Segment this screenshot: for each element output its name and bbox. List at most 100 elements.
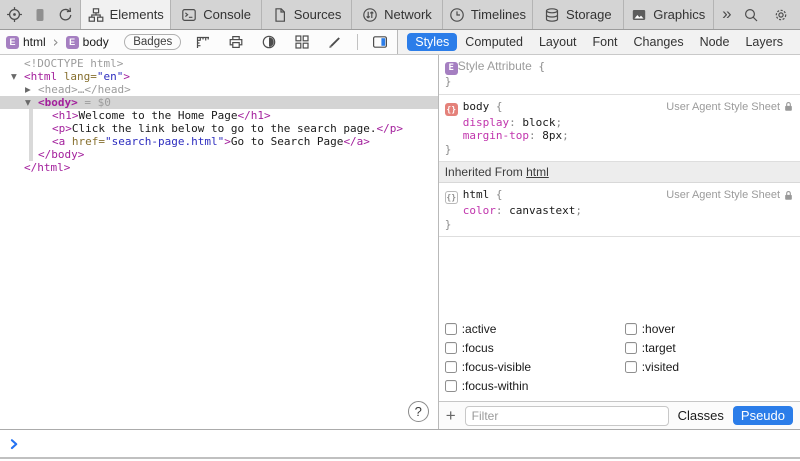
- pseudo-toggle-focus-within[interactable]: :focus-within: [445, 376, 625, 395]
- checkbox[interactable]: [625, 361, 637, 373]
- tab-network[interactable]: Network: [351, 0, 441, 29]
- pseudo-toggle-active[interactable]: :active: [445, 319, 625, 338]
- tab-label: Sources: [294, 7, 342, 22]
- rule-selector[interactable]: html: [463, 188, 490, 201]
- disclosure-down-icon[interactable]: ▼: [11, 71, 17, 82]
- dom-tree-row[interactable]: <p>Click the link below to go to the sea…: [0, 122, 438, 135]
- code-segment: </html>: [24, 161, 70, 174]
- help-button[interactable]: ?: [408, 401, 429, 422]
- console-icon: [181, 7, 197, 23]
- overflow-chevrons-icon[interactable]: »: [722, 5, 731, 24]
- code-segment: lang=: [57, 70, 97, 83]
- dom-tree-row[interactable]: <a href="search-page.html">Go to Search …: [0, 135, 438, 148]
- tab-font[interactable]: Font: [585, 33, 626, 51]
- dom-tree-row[interactable]: <h1>Welcome to the Home Page</h1>: [0, 109, 438, 122]
- filter-input[interactable]: [465, 406, 669, 426]
- search-icon: [743, 7, 759, 23]
- tab-node[interactable]: Node: [692, 33, 738, 51]
- dom-tree-row[interactable]: ▶<head>…</head>: [0, 83, 438, 96]
- source-text: User Agent Style Sheet: [666, 101, 780, 113]
- code-segment: <a: [52, 135, 65, 148]
- style-filter-bar: + Classes Pseudo: [439, 401, 800, 429]
- tab-console[interactable]: Console: [170, 0, 260, 29]
- tab-styles[interactable]: Styles: [407, 33, 457, 51]
- pseudo-toggle-focus[interactable]: :focus: [445, 338, 625, 357]
- code-segment: =: [78, 96, 98, 109]
- tab-graphics[interactable]: Graphics: [623, 0, 714, 29]
- rule-selector[interactable]: body: [463, 100, 490, 113]
- disclosure-down-icon[interactable]: ▼: [25, 97, 31, 108]
- element-picker-button[interactable]: [4, 4, 26, 26]
- code-segment: Go to Search Page: [231, 135, 344, 148]
- classes-toggle-button[interactable]: Classes: [678, 408, 724, 423]
- style-attribute-title: Style Attribute: [458, 59, 532, 73]
- tab-timelines[interactable]: Timelines: [442, 0, 532, 29]
- dom-tree-row[interactable]: <!DOCTYPE html>: [0, 57, 438, 70]
- tab-sources[interactable]: Sources: [261, 0, 351, 29]
- checkbox[interactable]: [625, 342, 637, 354]
- tab-label: Elements: [110, 7, 164, 22]
- quick-console[interactable]: [0, 429, 800, 459]
- printer-icon: [228, 34, 244, 50]
- pseudo-toggle-target[interactable]: :target: [625, 338, 794, 357]
- reload-icon: [57, 6, 74, 23]
- checkbox[interactable]: [625, 323, 637, 335]
- css-rule-body[interactable]: {}body {display: block;margin-top: 8px;}…: [439, 95, 800, 163]
- node-navigation-bar: Ehtml › Ebody Badges: [0, 30, 398, 54]
- pseudo-toggle-hover[interactable]: :hover: [625, 319, 794, 338]
- appearance-button[interactable]: [258, 31, 280, 53]
- dom-tree-row[interactable]: </html>: [0, 161, 438, 174]
- sidebar-toggle-button[interactable]: [369, 31, 391, 53]
- disclosure-right-icon[interactable]: ▶: [25, 84, 31, 95]
- storage-icon: [544, 7, 560, 23]
- open-brace: {: [538, 60, 545, 73]
- breadcrumb-separator: ›: [53, 33, 59, 51]
- css-property: margin-top: [463, 129, 529, 142]
- graphics-icon: [631, 7, 647, 23]
- colon: :: [529, 129, 542, 142]
- css-declaration[interactable]: display: block;: [445, 116, 794, 130]
- tab-changes[interactable]: Changes: [626, 33, 692, 51]
- semicolon: ;: [555, 116, 562, 129]
- grid-overlay-button[interactable]: [291, 31, 313, 53]
- checkbox[interactable]: [445, 380, 457, 392]
- pseudo-toggle-button[interactable]: Pseudo: [733, 406, 793, 425]
- badges-button[interactable]: Badges: [124, 34, 181, 50]
- css-rule-html[interactable]: {}html {color: canvastext;}User Agent St…: [439, 183, 800, 237]
- checkbox[interactable]: [445, 361, 457, 373]
- printer-button[interactable]: [225, 31, 247, 53]
- pseudo-toggle-focus-visible[interactable]: :focus-visible: [445, 357, 625, 376]
- gear-button[interactable]: [770, 4, 792, 26]
- lock-icon: [784, 101, 793, 112]
- css-declaration[interactable]: color: canvastext;: [445, 204, 794, 218]
- reload-button[interactable]: [55, 4, 77, 26]
- pseudo-label: :target: [642, 341, 676, 355]
- dom-tree-row[interactable]: ▼<body> = $0: [0, 96, 438, 109]
- tab-storage[interactable]: Storage: [532, 0, 622, 29]
- add-rule-button[interactable]: +: [446, 407, 456, 424]
- device-button[interactable]: [29, 4, 51, 26]
- semicolon: ;: [562, 129, 569, 142]
- breadcrumb-item-body[interactable]: Ebody: [66, 35, 109, 49]
- paint-brush-button[interactable]: [324, 31, 346, 53]
- style-attribute-section[interactable]: EStyle Attribute { }: [439, 55, 800, 95]
- css-declaration[interactable]: margin-top: 8px;: [445, 129, 794, 143]
- dom-tree-row[interactable]: ▼<html lang="en">: [0, 70, 438, 83]
- ruler-button[interactable]: [192, 31, 214, 53]
- checkbox[interactable]: [445, 323, 457, 335]
- tab-computed[interactable]: Computed: [457, 33, 531, 51]
- sources-icon: [272, 7, 288, 23]
- code-segment: <h1>: [52, 109, 79, 122]
- pseudo-toggle-visited[interactable]: :visited: [625, 357, 794, 376]
- tab-layout[interactable]: Layout: [531, 33, 585, 51]
- tab-elements[interactable]: Elements: [80, 0, 170, 29]
- breadcrumb-item-html[interactable]: Ehtml: [6, 35, 46, 49]
- pseudo-label: :visited: [642, 360, 679, 374]
- checkbox[interactable]: [445, 342, 457, 354]
- element-picker-icon: [6, 6, 23, 23]
- search-button[interactable]: [740, 4, 762, 26]
- inherited-node-link[interactable]: html: [526, 165, 549, 179]
- dom-tree-row[interactable]: </body>: [0, 148, 438, 161]
- tab-layers[interactable]: Layers: [737, 33, 791, 51]
- code-segment: Click the link below to go to the search…: [72, 122, 377, 135]
